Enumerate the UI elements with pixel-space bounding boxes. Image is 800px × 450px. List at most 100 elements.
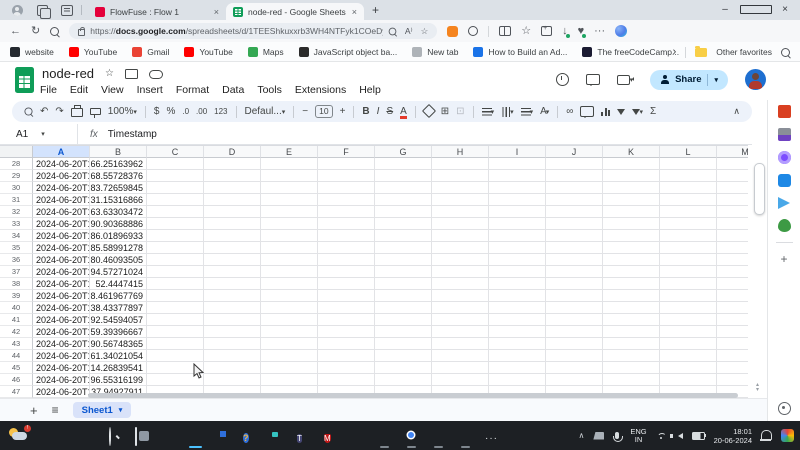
select-all-corner[interactable] xyxy=(0,146,33,158)
weather-widget[interactable]: ! xyxy=(9,427,31,443)
empty-cells[interactable] xyxy=(147,326,748,338)
cell-timestamp[interactable]: 2024-06-20T12:2 xyxy=(33,254,90,266)
minimize-button[interactable]: – xyxy=(710,0,740,20)
cell-value[interactable]: 59.39396667 xyxy=(90,326,147,338)
chrome-icon[interactable] xyxy=(404,428,419,443)
cell-timestamp[interactable]: 2024-06-20T12:2 xyxy=(33,350,90,362)
empty-cells[interactable] xyxy=(147,182,748,194)
cell-value[interactable]: 92.54594057 xyxy=(90,314,147,326)
print-icon[interactable] xyxy=(71,108,83,117)
cell-value[interactable]: 8.461967769 xyxy=(90,290,147,302)
colorful-app-icon[interactable] xyxy=(377,428,392,443)
addon-camera-icon[interactable] xyxy=(778,174,791,187)
empty-cells[interactable] xyxy=(147,338,748,350)
addon-contacts-icon[interactable] xyxy=(778,128,791,141)
star-document-icon[interactable]: ☆ xyxy=(105,69,114,79)
refresh-button[interactable]: ↻ xyxy=(31,26,40,37)
cell-timestamp[interactable]: 2024-06-20T12:2 xyxy=(33,290,90,302)
empty-cells[interactable] xyxy=(147,362,748,374)
empty-cells[interactable] xyxy=(147,218,748,230)
bookmark-item[interactable]: Gmail xyxy=(132,47,169,57)
increase-decimal-icon[interactable]: .00 xyxy=(196,108,207,116)
profile-icon[interactable] xyxy=(9,2,25,18)
strikethrough-icon[interactable]: S xyxy=(386,107,393,117)
column-header[interactable]: B xyxy=(90,146,147,158)
desktops-icon[interactable] xyxy=(161,428,176,443)
redo-icon[interactable]: ↷ xyxy=(55,107,63,117)
row-header[interactable]: 37 xyxy=(0,266,33,278)
version-history-icon[interactable] xyxy=(556,73,569,86)
bookmark-item[interactable]: website xyxy=(10,47,54,57)
column-header[interactable]: G xyxy=(375,146,432,158)
microphone-icon[interactable] xyxy=(615,432,619,439)
empty-cells[interactable] xyxy=(147,170,748,182)
extension-icon[interactable] xyxy=(468,26,478,36)
cell-timestamp[interactable]: 2024-06-20T12:2 xyxy=(33,230,90,242)
column-header[interactable]: M xyxy=(717,146,748,158)
column-header[interactable]: E xyxy=(261,146,318,158)
cell-value[interactable]: 38.43377897 xyxy=(90,302,147,314)
share-button[interactable]: Share ▾ xyxy=(650,70,728,90)
start-button[interactable] xyxy=(80,428,95,443)
row-header[interactable]: 35 xyxy=(0,242,33,254)
settings-more-icon[interactable]: ··· xyxy=(594,26,605,37)
cell-timestamp[interactable]: 2024-06-20T12:2 xyxy=(33,242,90,254)
name-box-dropdown-icon[interactable]: ▾ xyxy=(41,130,45,138)
format-percent-icon[interactable]: % xyxy=(166,107,175,117)
vscode-icon[interactable] xyxy=(458,428,473,443)
menu-item[interactable]: Format xyxy=(176,84,209,96)
column-header[interactable]: H xyxy=(432,146,489,158)
column-header[interactable]: F xyxy=(318,146,375,158)
text-wrap-icon[interactable]: ▾ xyxy=(521,108,534,116)
filter-views-icon[interactable]: ▾ xyxy=(632,108,643,116)
menu-item[interactable]: Tools xyxy=(257,84,282,96)
sheet-tab-active[interactable]: Sheet1 ▾ xyxy=(73,402,132,418)
increase-font-size-icon[interactable]: + xyxy=(340,107,346,117)
decrease-decimal-icon[interactable]: .0 xyxy=(182,108,189,116)
cell-value[interactable]: 52.4447415 xyxy=(90,278,147,290)
get-addons-button[interactable]: + xyxy=(780,253,787,265)
cell-value[interactable]: 14.26839541 xyxy=(90,362,147,374)
cell-timestamp[interactable]: 2024-06-20T12:2 xyxy=(33,326,90,338)
empty-cells[interactable] xyxy=(147,314,748,326)
decrease-font-size-icon[interactable]: − xyxy=(302,107,308,117)
insert-chart-icon[interactable] xyxy=(601,108,610,116)
paint-format-icon[interactable] xyxy=(90,108,101,115)
cell-timestamp[interactable]: 2024-06-20T12:2 xyxy=(33,314,90,326)
notifications-bell-icon[interactable] xyxy=(761,430,772,440)
cell-timestamp[interactable]: 2024-06-20T12:2 xyxy=(33,194,90,206)
cell-value[interactable]: 96.55316199 xyxy=(90,374,147,386)
split-screen-icon[interactable] xyxy=(499,26,511,36)
downloads-icon[interactable]: ↓ xyxy=(562,26,568,37)
cell-timestamp[interactable]: 2024-06-20T12:2 xyxy=(33,374,90,386)
cell-value[interactable]: 86.01896933 xyxy=(90,230,147,242)
collections-icon[interactable] xyxy=(541,26,552,36)
bookmarks-overflow-chevron-icon[interactable]: › xyxy=(673,46,677,58)
bookmark-item[interactable]: The freeCodeCamp... xyxy=(582,47,679,57)
borders-icon[interactable]: ⊞ xyxy=(441,107,449,117)
menu-item[interactable]: Help xyxy=(359,84,381,96)
cell-timestamp[interactable]: 2024-06-20T12:2 xyxy=(33,170,90,182)
column-header[interactable]: A xyxy=(33,146,90,158)
tab-close-icon[interactable]: × xyxy=(352,7,357,17)
create-filter-icon[interactable] xyxy=(617,109,625,115)
comments-icon[interactable] xyxy=(586,74,600,85)
horizontal-align-icon[interactable]: ▾ xyxy=(482,108,495,116)
meet-app-icon[interactable] xyxy=(269,428,284,443)
cell-value[interactable]: 61.34021054 xyxy=(90,350,147,362)
column-header[interactable]: K xyxy=(603,146,660,158)
task-view-icon[interactable] xyxy=(134,428,149,443)
cell-value[interactable]: 31.15316866 xyxy=(90,194,147,206)
cell-value[interactable]: 90.56748365 xyxy=(90,338,147,350)
language-indicator[interactable]: ENGIN xyxy=(630,428,646,444)
column-header[interactable]: J xyxy=(546,146,603,158)
workspaces-icon[interactable] xyxy=(34,2,50,18)
read-aloud-icon[interactable]: A⁾ xyxy=(405,26,413,37)
cell-timestamp[interactable]: 2024-06-20T12:2 xyxy=(33,206,90,218)
row-header[interactable]: 36 xyxy=(0,254,33,266)
addon-paper-plane-icon[interactable] xyxy=(778,197,790,209)
font-select[interactable]: Defaul...▾ xyxy=(245,106,286,117)
addon-green-icon[interactable] xyxy=(778,219,791,232)
empty-cells[interactable] xyxy=(147,278,748,290)
empty-cells[interactable] xyxy=(147,194,748,206)
